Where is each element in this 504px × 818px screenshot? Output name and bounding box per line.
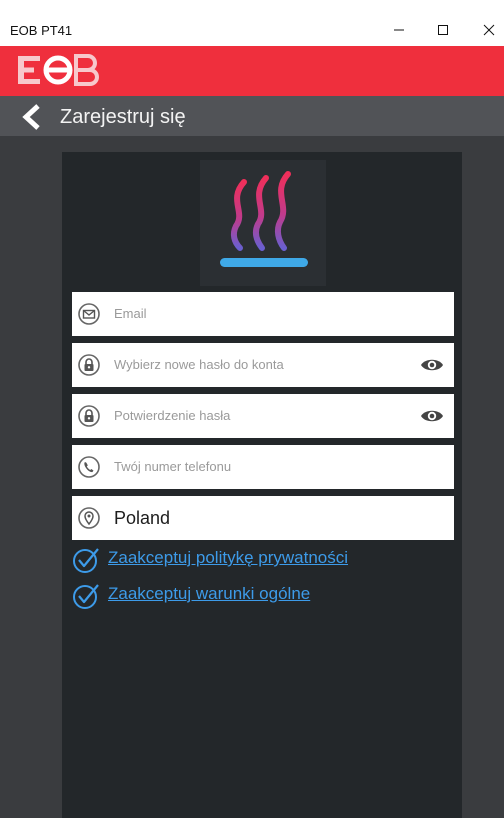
location-pin-icon [78,507,100,529]
heat-waves-icon [220,171,308,267]
page-title: Zarejestruj się [60,106,186,128]
lock-icon [78,354,100,376]
chevron-left-icon [20,104,44,134]
check-circle-icon [72,582,100,610]
minimize-button[interactable] [376,14,422,46]
eye-icon[interactable] [420,406,444,426]
country-select[interactable]: Poland [72,496,454,540]
terms-link[interactable]: Zaakceptuj warunki ogólne [108,583,310,605]
privacy-policy-link[interactable]: Zaakceptuj politykę prywatności [108,547,348,569]
check-circle-icon [72,546,100,574]
privacy-policy-checkbox[interactable]: Zaakceptuj politykę prywatności [72,546,372,574]
eob-logo-mark [18,54,99,86]
maximize-button[interactable] [420,14,466,46]
eye-icon[interactable] [420,355,444,375]
password-confirm-field[interactable]: Potwierdzenie hasła [72,394,454,438]
app-window: EOB PT41 Zarejestruj się Email Wybierz n… [0,0,504,818]
country-value: Poland [114,508,171,528]
lock-icon [78,405,100,427]
envelope-icon [78,303,100,325]
phone-placeholder: Twój numer telefonu [114,459,232,474]
email-placeholder: Email [114,306,147,321]
password-field[interactable]: Wybierz nowe hasło do konta [72,343,454,387]
phone-icon [78,456,100,478]
terms-checkbox[interactable]: Zaakceptuj warunki ogólne [72,582,332,610]
phone-field[interactable]: Twój numer telefonu [72,445,454,489]
close-icon [483,24,495,36]
password-confirm-placeholder: Potwierdzenie hasła [114,408,231,423]
minimize-icon [393,24,405,36]
eob-logo [18,54,102,91]
email-field[interactable]: Email [72,292,454,336]
password-placeholder: Wybierz nowe hasło do konta [114,357,284,372]
app-logo [200,160,326,286]
close-button[interactable] [466,14,504,46]
maximize-icon [437,24,449,36]
back-button[interactable] [20,104,44,130]
window-titlebar: EOB PT41 [0,0,504,46]
window-title: EOB PT41 [10,23,73,38]
